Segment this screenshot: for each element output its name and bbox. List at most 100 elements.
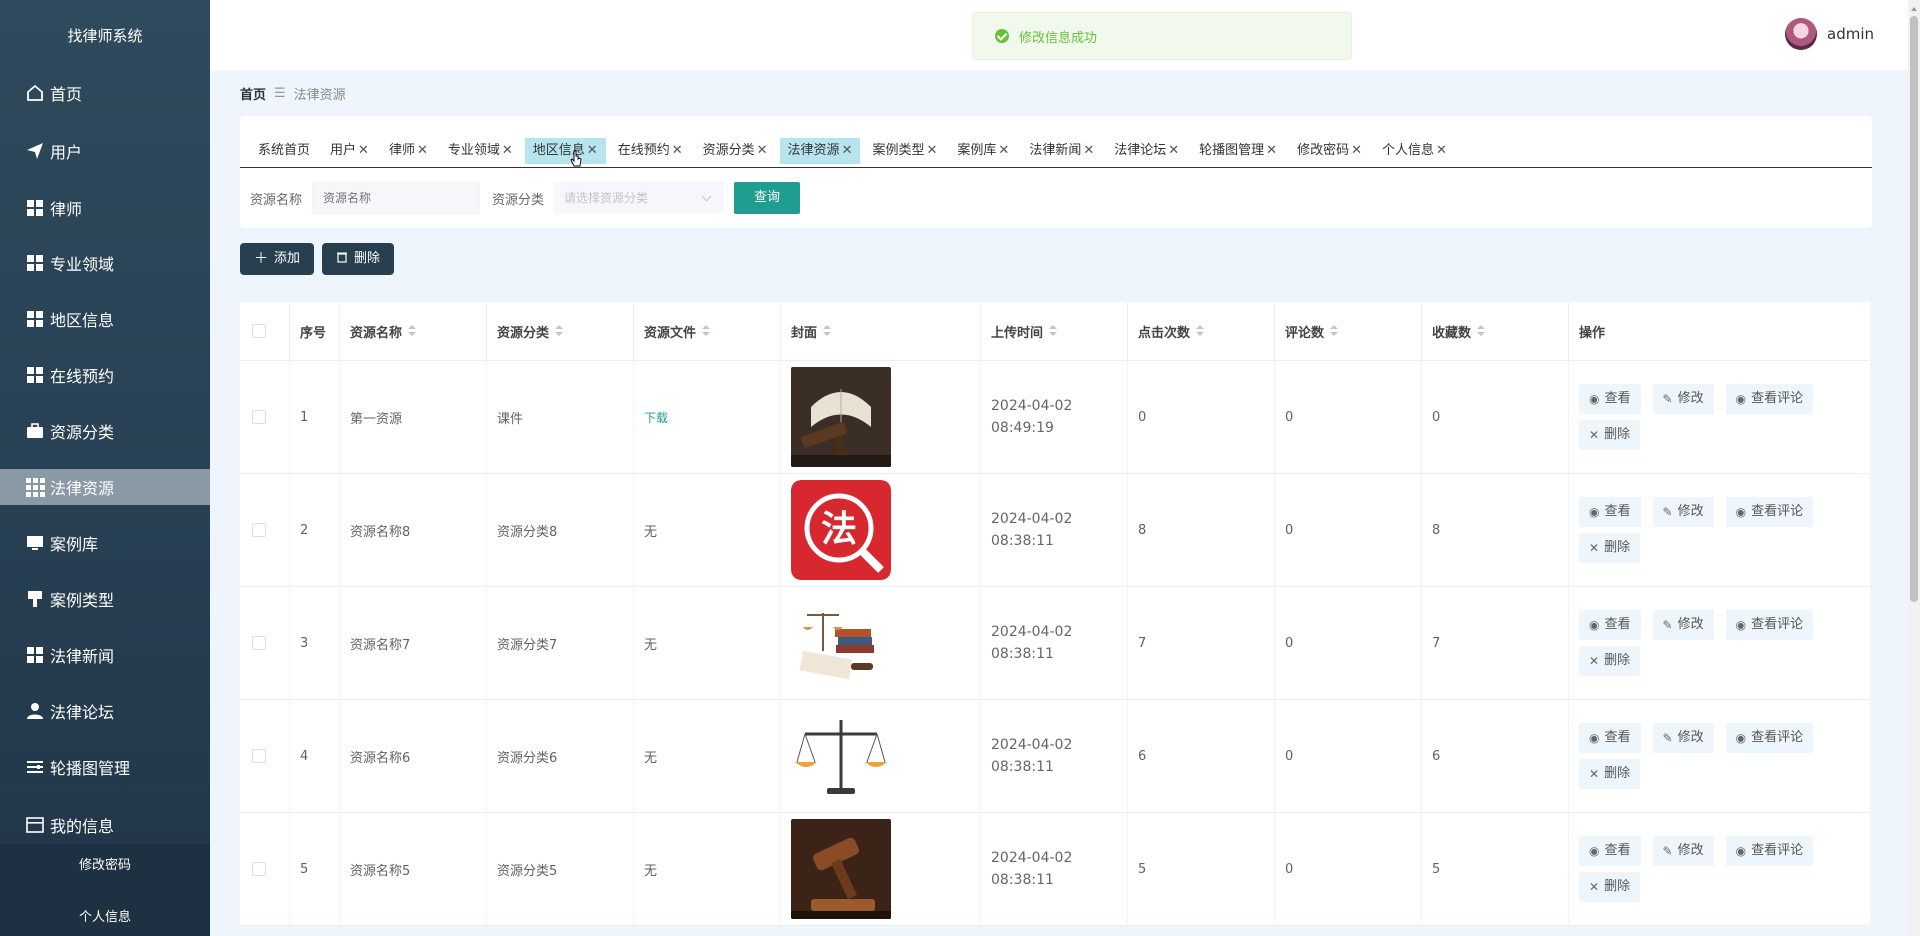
sidebar-item-legal-forum[interactable]: 法律论坛	[0, 693, 210, 729]
add-button[interactable]: ＋ 添加	[240, 243, 315, 275]
sidebar-item-my-info[interactable]: 我的信息	[0, 807, 210, 843]
download-link[interactable]: 下载	[644, 409, 668, 426]
resource-category-select[interactable]: 请选择资源分类	[554, 182, 725, 214]
delete-row-button[interactable]: ✕ 删除	[1579, 533, 1641, 563]
tab-case-library[interactable]: 案例库 ✕	[949, 138, 1017, 164]
edit-button[interactable]: ✎ 修改	[1652, 497, 1714, 527]
sidebar-item-resource-categories[interactable]: 资源分类	[0, 413, 210, 449]
delete-row-button[interactable]: ✕ 删除	[1579, 646, 1641, 676]
sort-icon[interactable]	[1049, 325, 1058, 337]
sort-icon[interactable]	[408, 325, 417, 337]
tab-case-types[interactable]: 案例类型 ✕	[864, 138, 945, 164]
row-checkbox[interactable]	[252, 749, 266, 763]
tab-profile[interactable]: 个人信息 ✕	[1374, 138, 1455, 164]
scroll-up-icon[interactable]	[1911, 4, 1917, 11]
delete-row-button[interactable]: ✕ 删除	[1579, 420, 1641, 450]
sidebar-item-case-library[interactable]: 案例库	[0, 525, 210, 561]
view-button[interactable]: ◉ 查看	[1579, 384, 1641, 414]
header-favorites[interactable]: 收藏数	[1422, 302, 1569, 360]
tab-legal-resources[interactable]: 法律资源 ✕	[779, 138, 861, 164]
sidebar-item-appointments[interactable]: 在线预约	[0, 357, 210, 393]
sidebar-item-fields[interactable]: 专业领域	[0, 245, 210, 281]
row-checkbox[interactable]	[252, 636, 266, 650]
select-all-checkbox[interactable]	[252, 324, 266, 338]
sort-icon[interactable]	[1196, 325, 1205, 337]
sidebar-item-regions[interactable]: 地区信息	[0, 301, 210, 337]
avatar[interactable]	[1785, 18, 1817, 50]
tab-fields[interactable]: 专业领域 ✕	[440, 138, 521, 164]
scrollbar-thumb[interactable]	[1910, 16, 1918, 602]
close-icon[interactable]: ✕	[842, 143, 853, 158]
header-file[interactable]: 资源文件	[634, 302, 781, 360]
tab-lawyers[interactable]: 律师 ✕	[381, 138, 436, 164]
sidebar-item-case-types[interactable]: 案例类型	[0, 581, 210, 617]
sort-icon[interactable]	[1330, 325, 1339, 337]
sidebar-item-carousel[interactable]: 轮播图管理	[0, 749, 210, 785]
page-scrollbar[interactable]	[1908, 0, 1920, 936]
close-icon[interactable]: ✕	[1083, 143, 1094, 158]
header-clicks[interactable]: 点击次数	[1128, 302, 1275, 360]
view-comments-button[interactable]: ◉ 查看评论	[1725, 497, 1814, 527]
view-button[interactable]: ◉ 查看	[1579, 610, 1641, 640]
close-icon[interactable]: ✕	[1266, 143, 1277, 158]
delete-button[interactable]: 删除	[322, 243, 395, 275]
sidebar-subitem-change-password[interactable]: 修改密码	[0, 844, 210, 888]
resource-name-input[interactable]	[312, 182, 481, 214]
close-icon[interactable]: ✕	[998, 143, 1009, 158]
row-checkbox[interactable]	[252, 410, 266, 424]
close-icon[interactable]: ✕	[757, 143, 768, 158]
delete-row-button[interactable]: ✕ 删除	[1579, 872, 1641, 902]
user-menu[interactable]: admin	[1785, 18, 1874, 50]
tab-carousel[interactable]: 轮播图管理 ✕	[1191, 138, 1285, 164]
close-icon[interactable]: ✕	[417, 143, 428, 158]
close-icon[interactable]: ✕	[587, 143, 598, 158]
close-icon[interactable]: ✕	[358, 143, 369, 158]
tab-legal-forum[interactable]: 法律论坛 ✕	[1106, 138, 1187, 164]
header-comments[interactable]: 评论数	[1275, 302, 1422, 360]
view-comments-button[interactable]: ◉ 查看评论	[1725, 610, 1814, 640]
view-comments-button[interactable]: ◉ 查看评论	[1725, 836, 1814, 866]
sidebar-subitem-profile[interactable]: 个人信息	[0, 888, 210, 936]
view-button[interactable]: ◉ 查看	[1579, 497, 1641, 527]
row-checkbox[interactable]	[252, 862, 266, 876]
sidebar-item-lawyers[interactable]: 律师	[0, 190, 210, 226]
tab-change-password[interactable]: 修改密码 ✕	[1289, 138, 1370, 164]
header-category[interactable]: 资源分类	[487, 302, 634, 360]
view-button[interactable]: ◉ 查看	[1579, 836, 1641, 866]
close-icon[interactable]: ✕	[1351, 143, 1362, 158]
edit-button[interactable]: ✎ 修改	[1652, 384, 1714, 414]
tab-resource-categories[interactable]: 资源分类 ✕	[695, 138, 776, 164]
breadcrumb-home[interactable]: 首页	[240, 84, 266, 103]
view-comments-button[interactable]: ◉ 查看评论	[1725, 384, 1814, 414]
tab-appointments[interactable]: 在线预约 ✕	[610, 138, 691, 164]
edit-button[interactable]: ✎ 修改	[1652, 723, 1714, 753]
close-icon[interactable]: ✕	[672, 143, 683, 158]
sort-icon[interactable]	[1477, 325, 1486, 337]
close-icon[interactable]: ✕	[502, 143, 513, 158]
sidebar-item-home[interactable]: 首页	[0, 75, 210, 111]
tab-regions[interactable]: 地区信息 ✕	[524, 138, 606, 164]
tab-users[interactable]: 用户 ✕	[322, 138, 377, 164]
sidebar-item-legal-resources[interactable]: 法律资源	[0, 469, 210, 505]
view-comments-button[interactable]: ◉ 查看评论	[1725, 723, 1814, 753]
sort-icon[interactable]	[823, 325, 832, 337]
username[interactable]: admin	[1827, 25, 1874, 43]
tab-system-home[interactable]: 系统首页	[250, 138, 318, 164]
query-button[interactable]: 查询	[734, 182, 801, 214]
header-cover[interactable]: 封面	[781, 302, 981, 360]
close-icon[interactable]: ✕	[926, 143, 937, 158]
sidebar-item-legal-news[interactable]: 法律新闻	[0, 637, 210, 673]
sort-icon[interactable]	[702, 325, 711, 337]
sidebar-item-users[interactable]: 用户	[0, 133, 210, 169]
edit-button[interactable]: ✎ 修改	[1652, 610, 1714, 640]
row-checkbox[interactable]	[252, 523, 266, 537]
edit-button[interactable]: ✎ 修改	[1652, 836, 1714, 866]
close-icon[interactable]: ✕	[1436, 143, 1447, 158]
delete-row-button[interactable]: ✕ 删除	[1579, 759, 1641, 789]
view-button[interactable]: ◉ 查看	[1579, 723, 1641, 753]
tab-legal-news[interactable]: 法律新闻 ✕	[1021, 138, 1102, 164]
header-upload-time[interactable]: 上传时间	[981, 302, 1128, 360]
sort-icon[interactable]	[555, 325, 564, 337]
header-name[interactable]: 资源名称	[340, 302, 487, 360]
close-icon[interactable]: ✕	[1168, 143, 1179, 158]
